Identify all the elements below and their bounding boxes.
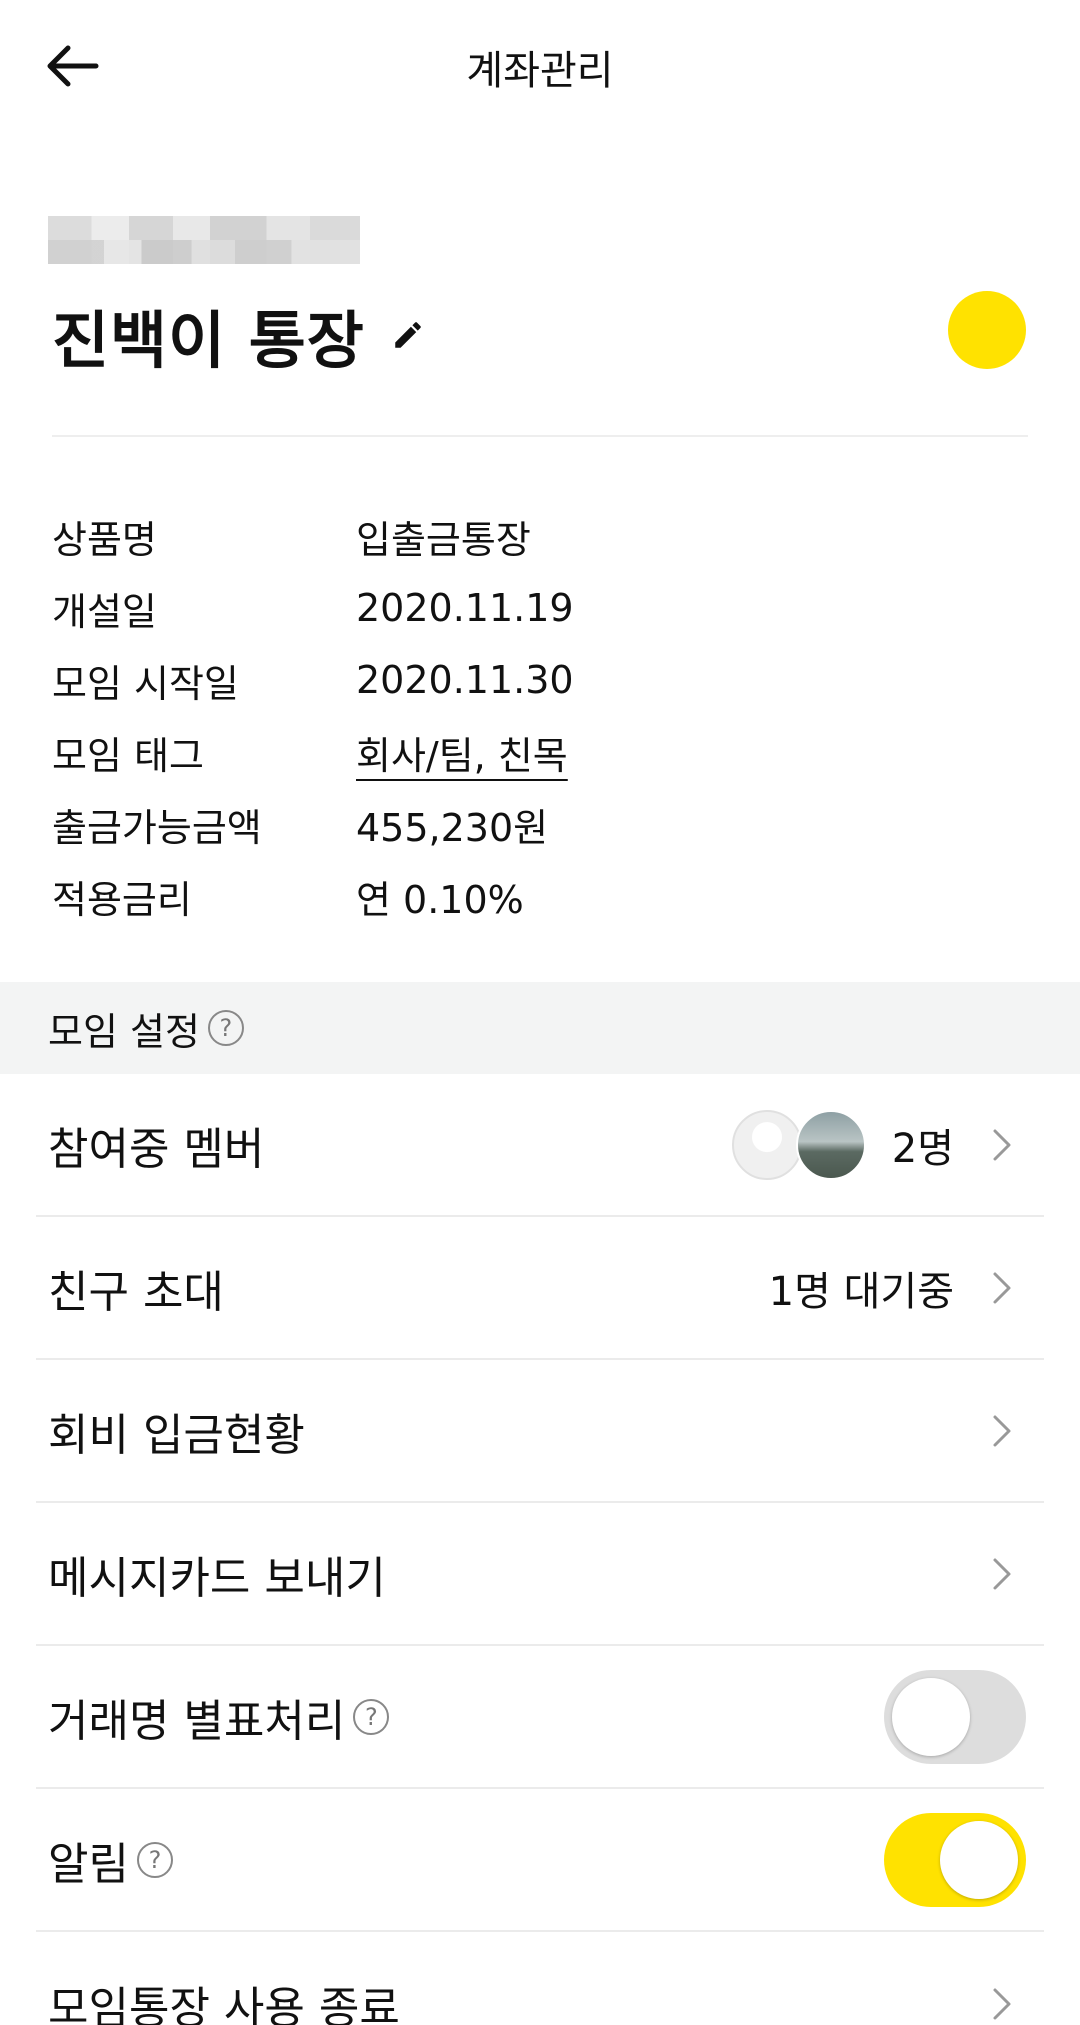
menu-item-dues[interactable]: 회비 입금현황 xyxy=(36,1360,1044,1503)
page-title: 계좌관리 xyxy=(466,48,614,94)
account-name: 진백이 통장 xyxy=(52,304,365,377)
menu-label: 알림 xyxy=(48,1838,129,1890)
notifications-toggle[interactable] xyxy=(884,1812,1026,1907)
chevron-right-icon xyxy=(978,1550,1026,1598)
info-label: 모임 태그 xyxy=(52,733,204,778)
menu-label-wrap: 거래명 별표처리 ? xyxy=(48,1685,884,1749)
info-label: 상품명 xyxy=(52,517,157,562)
info-value: 입출금통장 xyxy=(356,517,531,562)
help-icon[interactable]: ? xyxy=(207,1010,244,1046)
menu-label: 참여중 멤버 xyxy=(48,1123,265,1175)
info-value: 연 0.10% xyxy=(356,877,524,922)
menu-label: 거래명 별표처리 xyxy=(48,1695,346,1747)
divider xyxy=(52,435,1028,437)
menu-right: 1명 대기중 xyxy=(769,1259,1026,1317)
menu-item-mask-names: 거래명 별표처리 ? xyxy=(36,1646,1044,1789)
masked-account-number xyxy=(48,216,360,264)
menu-label: 메시지카드 보내기 xyxy=(48,1552,386,1604)
menu-item-end-usage[interactable]: 모임통장 사용 종료 xyxy=(36,1932,1044,2025)
member-count: 2명 xyxy=(891,1125,954,1172)
menu-label: 친구 초대 xyxy=(48,1266,224,1318)
menu-item-members[interactable]: 참여중 멤버 2명 xyxy=(36,1074,1044,1217)
menu-label: 모임통장 사용 종료 xyxy=(48,1982,400,2025)
info-row-start-date: 모임 시작일 2020.11.30 xyxy=(52,644,1028,716)
menu-right xyxy=(954,1550,1026,1598)
section-title: 모임 설정 xyxy=(48,1009,200,1054)
info-row-open-date: 개설일 2020.11.19 xyxy=(52,572,1028,644)
chevron-right-icon xyxy=(978,1264,1026,1312)
info-value: 2020.11.30 xyxy=(356,658,574,702)
menu-item-message-card[interactable]: 메시지카드 보내기 xyxy=(36,1503,1044,1646)
settings-menu: 참여중 멤버 2명 친구 초대 1명 대기중 회비 입금현황 메시지카드 보내기… xyxy=(36,1074,1044,2025)
info-label: 적용금리 xyxy=(52,877,192,922)
info-row-rate: 적용금리 연 0.10% xyxy=(52,860,1028,932)
chevron-right-icon xyxy=(978,1980,1026,2025)
info-label: 모임 시작일 xyxy=(52,661,239,706)
mask-names-toggle[interactable] xyxy=(884,1669,1026,1764)
info-row-product: 상품명 입출금통장 xyxy=(52,500,1028,572)
toggle-knob xyxy=(940,1820,1018,1899)
menu-item-notifications: 알림 ? xyxy=(36,1789,1044,1932)
info-value: 2020.11.19 xyxy=(356,586,574,630)
menu-label-wrap: 알림 ? xyxy=(48,1828,884,1892)
help-icon[interactable]: ? xyxy=(353,1698,390,1735)
info-row-tags: 모임 태그 회사/팀, 친목 xyxy=(52,716,1028,788)
menu-right: 2명 xyxy=(731,1109,1026,1180)
account-color-button[interactable] xyxy=(948,291,1026,369)
invite-status: 1명 대기중 xyxy=(768,1268,954,1315)
top-bar: 계좌관리 xyxy=(0,0,1080,132)
menu-right xyxy=(954,1980,1026,2025)
chevron-right-icon xyxy=(978,1407,1026,1455)
chevron-right-icon xyxy=(978,1121,1026,1169)
edit-name-button[interactable] xyxy=(391,315,431,355)
menu-item-invite[interactable]: 친구 초대 1명 대기중 xyxy=(36,1217,1044,1360)
section-header-settings: 모임 설정 ? xyxy=(0,982,1080,1074)
menu-right xyxy=(954,1407,1026,1455)
tags-link[interactable]: 회사/팀, 친목 xyxy=(356,725,568,780)
member-avatars xyxy=(731,1109,866,1180)
account-info: 상품명 입출금통장 개설일 2020.11.19 모임 시작일 2020.11.… xyxy=(52,500,1028,932)
info-row-balance: 출금가능금액 455,230원 xyxy=(52,788,1028,860)
help-icon[interactable]: ? xyxy=(136,1841,173,1878)
info-label: 출금가능금액 xyxy=(52,805,262,850)
avatar xyxy=(795,1109,866,1180)
menu-label: 회비 입금현황 xyxy=(48,1409,305,1461)
info-value: 455,230원 xyxy=(356,805,549,850)
avatar xyxy=(731,1109,802,1180)
account-name-row: 진백이 통장 xyxy=(52,290,431,380)
info-label: 개설일 xyxy=(52,589,157,634)
pencil-icon xyxy=(395,322,421,348)
toggle-knob xyxy=(892,1677,970,1756)
